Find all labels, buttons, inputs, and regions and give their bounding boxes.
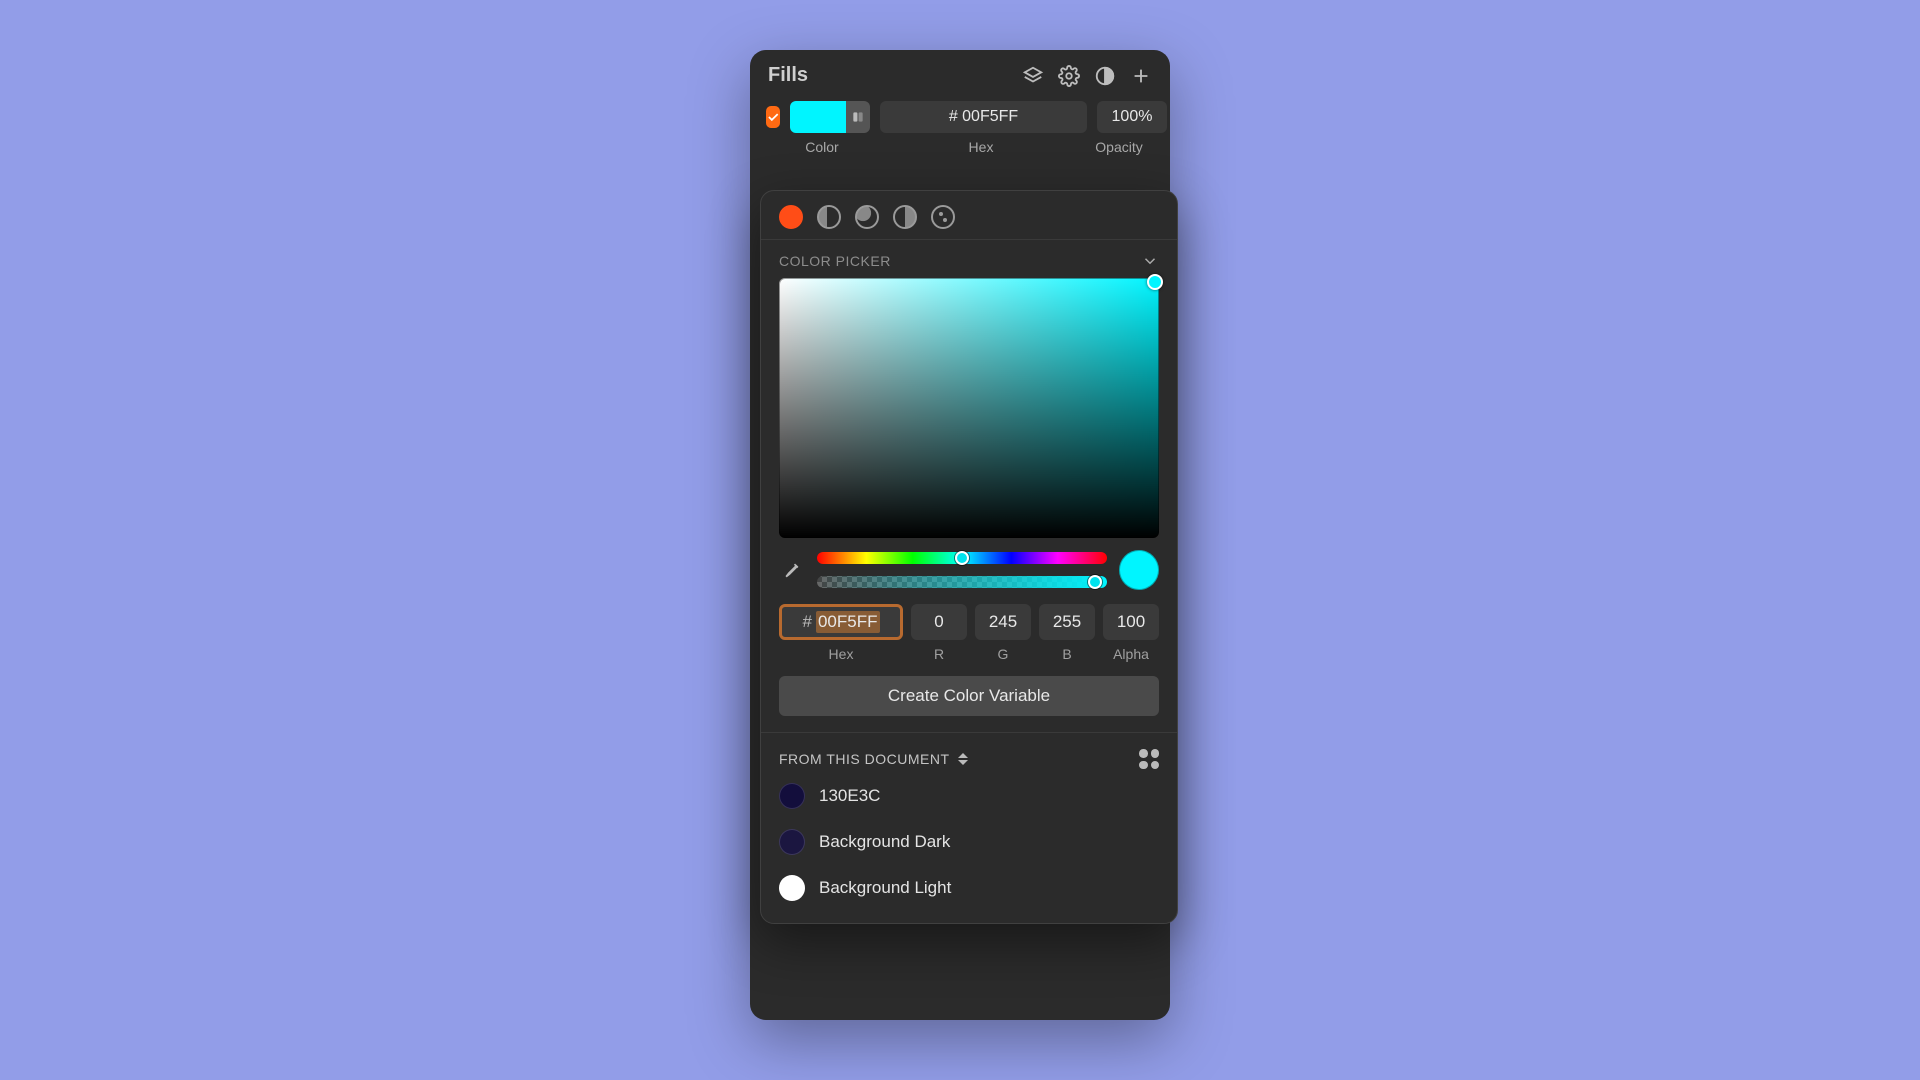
fills-header-actions [1022,65,1152,87]
chevron-down-icon[interactable] [1141,252,1159,270]
linear-gradient-mode-icon[interactable] [817,205,841,229]
document-color-label: Background Dark [819,832,950,852]
fill-color-swatch[interactable] [790,101,870,133]
swatch-color-preview [790,101,846,133]
saturation-value-area[interactable] [779,278,1159,538]
fills-title: Fills [768,64,808,87]
hex-field[interactable]: # 00F5FF [779,604,903,640]
layers-icon[interactable] [1022,65,1044,87]
hue-thumb[interactable] [955,551,969,565]
fill-mode-tabs [761,191,1177,240]
contrast-icon[interactable] [1094,65,1116,87]
document-colors-title: FROM THIS DOCUMENT [779,751,950,767]
sv-handle[interactable] [1147,274,1163,290]
document-color-swatch [779,783,805,809]
hex-label: Hex [779,646,903,662]
document-color-swatch [779,875,805,901]
b-field[interactable]: 255 [1039,604,1095,640]
document-colors-list: 130E3C Background Dark Background Light [761,779,1177,923]
radial-gradient-mode-icon[interactable] [855,205,879,229]
r-field[interactable]: 0 [911,604,967,640]
hash-prefix: # [803,612,812,632]
fills-panel: Fills Color [750,50,1170,1020]
noise-mode-icon[interactable] [931,205,955,229]
document-color-swatch [779,829,805,855]
sort-icon[interactable] [958,753,968,765]
angular-gradient-mode-icon[interactable] [893,205,917,229]
sliders [817,552,1107,588]
r-label: R [911,646,967,662]
fill-row-labels: Color Hex Opacity [750,137,1170,163]
create-color-variable-button[interactable]: Create Color Variable [779,676,1159,716]
hue-slider[interactable] [817,552,1107,564]
color-value-row: # 00F5FF 0 245 255 100 [761,604,1177,646]
color-picker-popover: COLOR PICKER # 00F5FF [760,190,1178,924]
fill-enabled-checkbox[interactable] [766,106,780,128]
hex-value: 00F5FF [816,611,880,633]
color-preview-swatch [1119,550,1159,590]
fill-type-icon[interactable] [846,101,870,133]
document-color-item[interactable]: Background Light [779,871,1159,905]
opacity-label: Opacity [1084,139,1154,155]
color-picker-section-header: COLOR PICKER [761,240,1177,278]
gear-icon[interactable] [1058,65,1080,87]
alpha-field[interactable]: 100 [1103,604,1159,640]
fill-hex-input[interactable] [880,101,1087,133]
alpha-thumb[interactable] [1088,575,1102,589]
eyedropper-icon[interactable] [779,557,805,583]
document-color-item[interactable]: 130E3C [779,779,1159,813]
g-label: G [975,646,1031,662]
slider-row [761,550,1177,604]
alpha-label: Alpha [1103,646,1159,662]
document-color-label: 130E3C [819,786,880,806]
fills-header: Fills [750,50,1170,95]
fill-row [750,95,1170,137]
alpha-slider[interactable] [817,576,1107,588]
b-label: B [1039,646,1095,662]
add-fill-icon[interactable] [1130,65,1152,87]
color-picker-title: COLOR PICKER [779,253,891,269]
solid-mode-icon[interactable] [779,205,803,229]
document-colors-header: FROM THIS DOCUMENT [761,733,1177,779]
hex-label: Hex [878,139,1084,155]
g-field[interactable]: 245 [975,604,1031,640]
color-value-labels: Hex R G B Alpha [761,646,1177,676]
document-color-label: Background Light [819,878,951,898]
document-color-item[interactable]: Background Dark [779,825,1159,859]
fill-opacity-input[interactable] [1097,101,1167,133]
color-label: Color [766,139,878,155]
grid-view-icon[interactable] [1139,749,1159,769]
